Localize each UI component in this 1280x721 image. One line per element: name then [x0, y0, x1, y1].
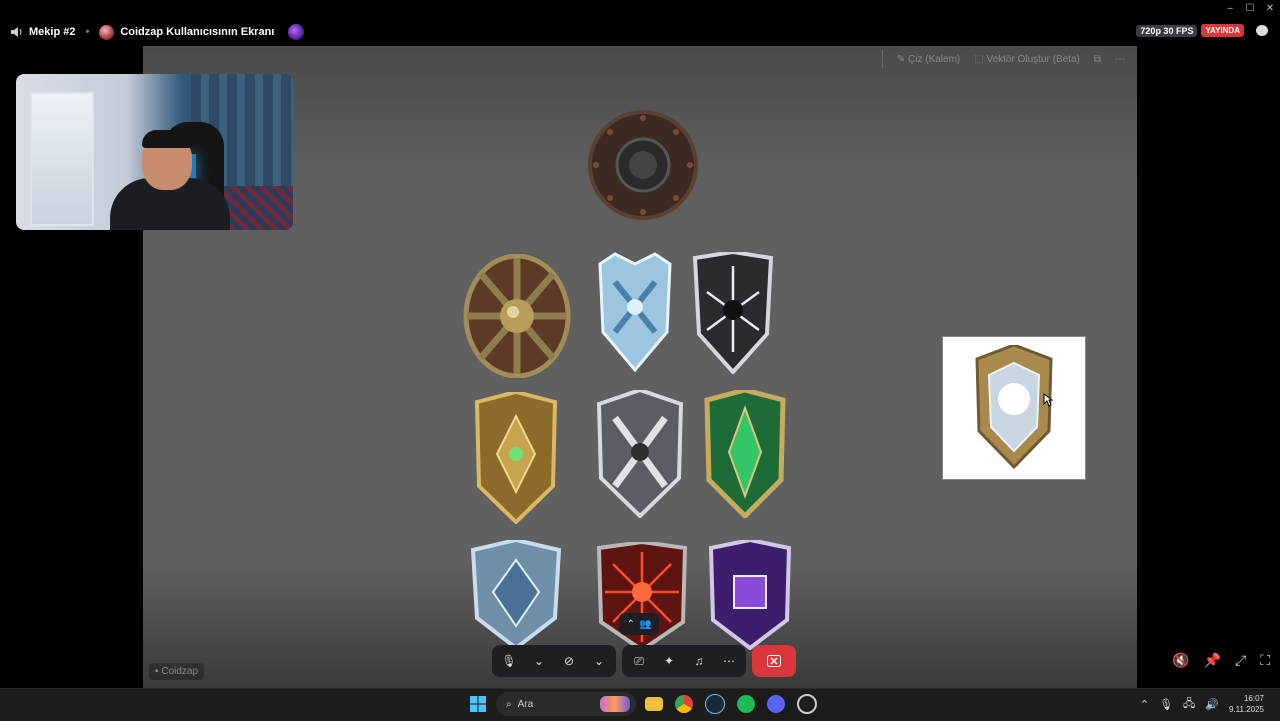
- cam-shelf: [30, 92, 94, 226]
- steam-icon[interactable]: [705, 694, 725, 714]
- shield-steel: [596, 390, 684, 518]
- end-call-button[interactable]: [752, 645, 796, 677]
- shield-holy-preview: [975, 345, 1053, 469]
- maximize-button[interactable]: ☐: [1240, 0, 1260, 16]
- popout-button[interactable]: ⤢: [1235, 652, 1246, 669]
- image-toolbar: ✎ Çiz (Kalem) ⬚ Vektör Oluştur (Beta) ⧉ …: [881, 50, 1125, 68]
- channel-name[interactable]: Mekip #2: [29, 26, 75, 38]
- system-tray: ⌃ 🎙 🖧 🔊 16:07 9.11.2025: [1140, 693, 1264, 715]
- camera-options-chevron-icon[interactable]: ⌄: [588, 650, 610, 672]
- volume-icon[interactable]: 🔊: [1205, 698, 1219, 711]
- camera-off-button[interactable]: ⊘: [558, 650, 580, 672]
- clock-date: 9.11.2025: [1229, 705, 1264, 714]
- search-placeholder: Ara: [517, 698, 534, 710]
- shield-wooden-round: [463, 254, 571, 378]
- start-button[interactable]: [466, 692, 490, 716]
- file-explorer-icon[interactable]: [645, 697, 663, 711]
- shield-ice: [598, 252, 672, 372]
- avatar[interactable]: [99, 24, 115, 40]
- more-icon[interactable]: ⋯: [1115, 54, 1125, 65]
- people-icon: 👥: [638, 618, 652, 630]
- window-controls: – ☐ ✕: [1220, 0, 1280, 18]
- mute-stream-button[interactable]: 🔇: [1172, 652, 1189, 669]
- discord-icon[interactable]: [767, 695, 785, 713]
- cam-person-hair: [142, 130, 192, 148]
- expand-participants-button[interactable]: ⌃ 👥: [619, 613, 659, 635]
- chevron-up-icon[interactable]: ⌃: [1140, 698, 1149, 711]
- shield-frost: [470, 540, 562, 650]
- media-controls: 🎙 ⌄ ⊘ ⌄: [492, 645, 616, 677]
- mic-options-chevron-icon[interactable]: ⌄: [528, 650, 550, 672]
- stream-title: Coidzap Kullanıcısının Ekranı: [120, 26, 275, 38]
- network-icon[interactable]: 🖧: [1183, 695, 1195, 714]
- windows-icon: [470, 696, 486, 712]
- microphone-icon[interactable]: 🎙: [1159, 698, 1173, 711]
- quality-badge: 720p 30 FPS: [1136, 24, 1198, 37]
- search-icon: ⌕: [506, 698, 512, 710]
- microphone-button[interactable]: 🎙: [498, 650, 520, 672]
- share-screen-button[interactable]: ⎚: [628, 650, 650, 672]
- activity-controls: ⎚ ✦ ♫ ⋯: [622, 645, 746, 677]
- close-button[interactable]: ✕: [1260, 0, 1280, 16]
- stream-header: Mekip #2 • Coidzap Kullanıcısının Ekranı…: [0, 18, 1280, 46]
- view-controls: 🔇 📌 ⤢ ⛶: [1172, 652, 1270, 669]
- taskbar: ⌕ Ara ⌃ 🎙 🖧 🔊 16:07 9.11.2025: [0, 688, 1280, 721]
- more-options-button[interactable]: ⋯: [718, 650, 740, 672]
- vector-button[interactable]: ⬚ Vektör Oluştur (Beta): [974, 54, 1080, 65]
- draw-label: Çiz (Kalem): [908, 53, 961, 65]
- vector-label: Vektör Oluştur (Beta): [986, 53, 1080, 65]
- options-icon[interactable]: ⧉: [1094, 54, 1101, 65]
- app-icon[interactable]: [797, 694, 817, 714]
- minimize-button[interactable]: –: [1220, 0, 1240, 16]
- chat-icon[interactable]: [1256, 25, 1268, 36]
- spotify-icon[interactable]: [737, 695, 755, 713]
- pin-button[interactable]: 📌: [1204, 652, 1221, 669]
- shield-preview[interactable]: [942, 336, 1086, 480]
- chevron-up-icon: ⌃: [626, 618, 635, 630]
- separator-dot: •: [85, 26, 90, 38]
- webcam-feed[interactable]: [16, 74, 293, 230]
- streamer-name: Coidzap: [161, 666, 199, 677]
- soundboard-button[interactable]: ♫: [688, 650, 710, 672]
- clock[interactable]: 16:07 9.11.2025: [1229, 693, 1264, 715]
- speaker-icon: [11, 27, 22, 37]
- call-controls: 🎙 ⌄ ⊘ ⌄ ⎚ ✦ ♫ ⋯: [492, 644, 796, 678]
- draw-button[interactable]: ✎ Çiz (Kalem): [897, 54, 960, 65]
- chrome-icon[interactable]: [675, 695, 693, 713]
- shield-green-gold: [704, 390, 786, 518]
- shield-gold-emerald: [474, 392, 558, 524]
- activities-button[interactable]: ✦: [658, 650, 680, 672]
- streamer-name-tag: ▪ Coidzap: [149, 663, 205, 680]
- live-badge: YAYINDA: [1201, 24, 1244, 37]
- shield-crimson: [596, 542, 688, 652]
- divider: [881, 50, 883, 68]
- shield-dark-silver: [692, 252, 774, 374]
- fullscreen-button[interactable]: ⛶: [1260, 652, 1270, 669]
- search-highlight-art: [600, 696, 630, 712]
- shield-amethyst: [708, 540, 792, 650]
- close-icon: [767, 655, 781, 667]
- cursor-icon: [1043, 393, 1053, 407]
- shield-round-iron: [588, 110, 698, 220]
- viewer-avatar[interactable]: [288, 24, 305, 40]
- search-input[interactable]: ⌕ Ara: [496, 692, 636, 716]
- clock-time: 16:07: [1243, 694, 1264, 703]
